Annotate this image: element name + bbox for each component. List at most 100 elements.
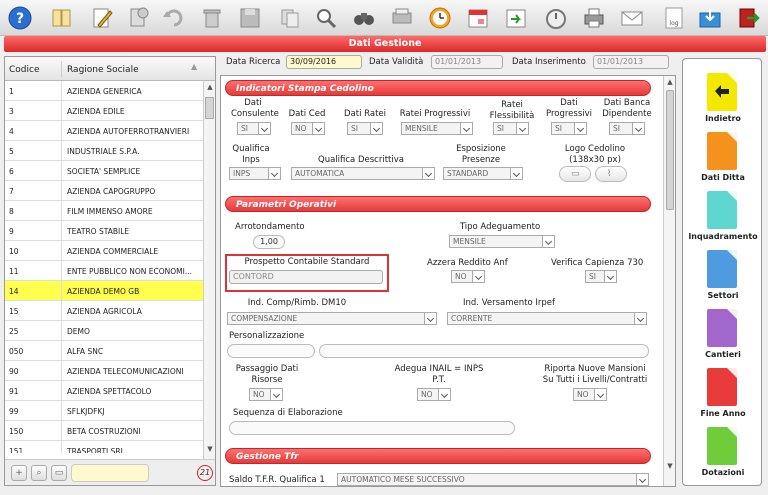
list-search-input[interactable] [71, 464, 149, 482]
data-ricerca-field[interactable]: 30/09/2016 [286, 55, 362, 69]
personalizzazione-desc-field[interactable] [319, 344, 649, 358]
new-doc-icon[interactable] [124, 4, 152, 32]
table-row[interactable]: 3 AZIENDA EDILE [5, 101, 203, 121]
table-row[interactable]: 91 AZIENDA SPETTACOLO [5, 381, 203, 401]
row-code: 99 [9, 407, 19, 416]
adegua-inail-label: Adegua INAIL = INPS P.T. [394, 364, 484, 385]
row-code: 11 [9, 267, 19, 276]
column-header-name[interactable]: Ragione Sociale [67, 65, 139, 75]
table-row[interactable]: 7 AZIENDA CAPOGRUPPO [5, 181, 203, 201]
table-row[interactable]: 4 AZIENDA AUTOFERROTRANVIERI [5, 121, 203, 141]
azzera-reddito-anf-select[interactable]: NO [451, 270, 485, 283]
scroll-up-icon[interactable]: ▲ [205, 83, 215, 93]
search-icon[interactable] [312, 4, 340, 32]
table-row[interactable]: 90 AZIENDA TELECOMUNICAZIONI [5, 361, 203, 381]
timer-icon[interactable] [542, 4, 570, 32]
trash-icon[interactable] [198, 4, 226, 32]
table-row[interactable]: 1 AZIENDA GENERICA [5, 81, 203, 101]
table-row[interactable]: 99 SFLKJDFKJ [5, 401, 203, 421]
copy-icon[interactable] [276, 4, 304, 32]
find-icon[interactable]: ⌕ [31, 465, 47, 481]
table-row[interactable]: 8 FILM IMMENSO AMORE [5, 201, 203, 221]
personalizzazione-code-field[interactable] [227, 344, 315, 358]
list-scrollbar[interactable]: ▲ ▼ [203, 81, 215, 459]
side-button-dotazioni[interactable] [707, 427, 737, 465]
dati-banca-dipendente-select[interactable]: SI [609, 122, 645, 135]
ind-versamento-irpef-label: Ind. Versamento Irpef [463, 298, 555, 308]
scroll-down-icon[interactable]: ▼ [205, 445, 215, 455]
undo-icon[interactable] [160, 4, 188, 32]
tipo-adeguamento-select[interactable]: MENSILE [449, 235, 555, 248]
adegua-inail-select[interactable]: NO [417, 388, 451, 401]
sequenza-elaborazione-field[interactable] [229, 421, 515, 435]
table-row[interactable]: 10 AZIENDA COMMERCIALE [5, 241, 203, 261]
save-icon[interactable] [236, 4, 264, 32]
prospetto-contabile-field[interactable]: CONTORD [229, 270, 383, 284]
side-button-indietro[interactable] [707, 73, 737, 111]
arrotondamento-field[interactable]: 1,00 [253, 235, 285, 249]
edit-icon[interactable] [88, 4, 116, 32]
table-row[interactable]: 25 DEMO [5, 321, 203, 341]
table-row[interactable]: 9 TEATRO STABILE [5, 221, 203, 241]
row-code: 14 [9, 287, 19, 296]
table-row[interactable]: 150 BETA COSTRUZIONI [5, 421, 203, 441]
table-row[interactable]: 050 ALFA SNC [5, 341, 203, 361]
ind-versamento-irpef-select[interactable]: CORRENTE [447, 312, 647, 325]
logo-attach-button[interactable]: ⌇ [595, 166, 627, 182]
help-icon[interactable]: ? [6, 4, 34, 32]
scroll-thumb[interactable] [205, 97, 214, 119]
delete-icon[interactable]: ▭ [51, 465, 67, 481]
row-name: AZIENDA EDILE [67, 107, 125, 116]
sort-icon[interactable]: ▲ [191, 62, 197, 71]
mail-icon[interactable] [618, 4, 646, 32]
table-row[interactable]: 15 AZIENDA AGRICOLA [5, 301, 203, 321]
printer-icon[interactable] [580, 4, 608, 32]
verifica-capienza-select[interactable]: SI [585, 270, 617, 283]
transfer-icon[interactable] [502, 4, 530, 32]
qualifica-inps-select[interactable]: INPS [229, 167, 281, 180]
form-scroll-up-icon[interactable]: ▲ [665, 78, 675, 88]
dati-ratei-select[interactable]: SI [347, 122, 383, 135]
form-scroll-thumb[interactable] [666, 90, 674, 210]
form-scrollbar[interactable]: ▲ ▼ [663, 76, 675, 486]
table-row[interactable]: 5 INDUSTRIALE S.P.A. [5, 141, 203, 161]
riporta-nuove-mansioni-select[interactable]: NO [573, 388, 607, 401]
log-label: log [669, 20, 678, 27]
dati-consulente-select[interactable]: SI [237, 122, 271, 135]
log-icon[interactable]: log [660, 4, 688, 32]
side-button-fine-anno[interactable] [707, 368, 737, 406]
table-row[interactable]: 14 AZIENDA DEMO GB [5, 281, 203, 301]
logo-folder-button[interactable]: ▭ [559, 166, 591, 182]
qualifica-descrittiva-select[interactable]: AUTOMATICA [291, 167, 435, 180]
saldo-tfr-qualifica-select[interactable]: AUTOMATICO MESE SUCCESSIVO [337, 473, 649, 486]
side-button-inquadramento[interactable] [707, 191, 737, 229]
folder-download-icon[interactable] [696, 4, 724, 32]
side-button-settori[interactable] [707, 250, 737, 288]
dati-progressivi-select[interactable]: SI [551, 122, 587, 135]
calendar-icon[interactable] [464, 4, 492, 32]
column-header-code[interactable]: Codice [9, 65, 40, 75]
dati-ced-select[interactable]: NO [291, 122, 325, 135]
side-button-cantieri[interactable] [707, 309, 737, 347]
table-row[interactable]: 151 TRASPORTI SRL [5, 441, 203, 453]
section-parametri-operativi: Parametri Operativi [225, 196, 651, 212]
window-title: Dati Gestione [4, 36, 766, 52]
ratei-progressivi-select[interactable]: MENSILE [401, 122, 473, 135]
book-icon[interactable] [48, 4, 76, 32]
form-scroll-down-icon[interactable]: ▼ [665, 462, 675, 472]
exit-icon[interactable] [734, 4, 762, 32]
folder-icon: ▭ [571, 169, 580, 179]
binoculars-icon[interactable] [350, 4, 378, 32]
table-row[interactable]: 11 ENTE PUBBLICO NON ECONOMI... [5, 261, 203, 281]
esposizione-presenze-select[interactable]: STANDARD [443, 167, 523, 180]
row-name: AZIENDA AGRICOLA [67, 307, 142, 316]
row-code: 151 [9, 447, 24, 453]
passaggio-dati-risorse-select[interactable]: NO [249, 388, 283, 401]
table-row[interactable]: 6 SOCIETA' SEMPLICE [5, 161, 203, 181]
clock-icon[interactable] [426, 4, 454, 32]
side-button-dati-ditta[interactable] [707, 132, 737, 170]
print-preview-icon[interactable] [388, 4, 416, 32]
ratei-flessibilita-select[interactable]: SI [493, 122, 529, 135]
ind-comp-rimb-select[interactable]: COMPENSAZIONE [227, 312, 437, 325]
add-icon[interactable]: + [11, 465, 27, 481]
